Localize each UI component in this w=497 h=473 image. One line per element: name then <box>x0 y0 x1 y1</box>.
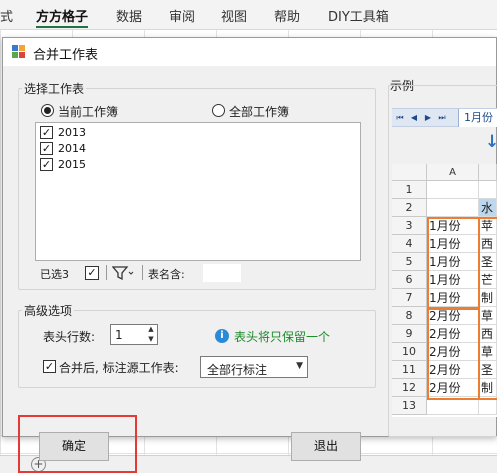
header-rows-value[interactable]: 1 <box>115 328 123 342</box>
row-number: 7 <box>392 289 427 307</box>
info-icon: i <box>215 329 229 343</box>
example-panel: 示例 ⏮ ◀ ▶ ⏭ 1月份 ↓ A 1 2 水 3 1月份苹 4 1月份西 5 1月份圣 6 1月… <box>386 72 497 437</box>
exit-button[interactable]: 退出 <box>291 432 361 461</box>
stepper-up-icon[interactable]: ▲ <box>145 325 157 334</box>
advanced-options-group <box>18 310 376 388</box>
ribbon-tab-diy[interactable]: DIY工具箱 <box>328 6 389 25</box>
next-sheet-icon: ▶ <box>424 113 432 122</box>
dropdown-arrow-icon[interactable]: ▼ <box>296 361 303 371</box>
radio-all-workbooks[interactable] <box>212 104 225 117</box>
dialog-title: 合并工作表 <box>33 48 99 63</box>
sheet-name-2015[interactable]: 2015 <box>58 158 86 171</box>
ribbon-tabs: 式 方方格子 数据 审阅 视图 帮助 DIY工具箱 <box>0 0 497 30</box>
toolbar-separator <box>142 265 143 280</box>
header-hint: 表头将只保留一个 <box>234 330 331 344</box>
last-sheet-icon: ⏭ <box>438 113 446 122</box>
sheet-checkbox-2015[interactable]: ✓ <box>40 158 53 171</box>
selected-count: 已选3 <box>40 268 69 281</box>
example-group-jan-box <box>427 217 480 310</box>
row-number: 4 <box>392 235 427 253</box>
sheet-name-filter-input[interactable] <box>203 264 241 282</box>
down-arrow-icon: ↓ <box>485 132 497 152</box>
radio-current-workbook-label[interactable]: 当前工作簿 <box>58 103 118 120</box>
example-cell-b <box>479 181 497 199</box>
ok-button[interactable]: 确定 <box>39 432 109 461</box>
sheet-checkbox-2013[interactable]: ✓ <box>40 126 53 139</box>
dialog-titlebar: 合并工作表 <box>3 38 496 66</box>
column-header-b <box>479 164 497 181</box>
grid-corner <box>392 164 427 181</box>
filter-icon[interactable] <box>112 265 134 281</box>
sheet-name-2013[interactable]: 2013 <box>58 126 86 139</box>
row-number: 11 <box>392 361 427 379</box>
row-number: 1 <box>392 181 427 199</box>
row-number: 5 <box>392 253 427 271</box>
mark-source-label[interactable]: 合并后, 标注源工作表: <box>59 359 179 376</box>
ribbon-tab-help[interactable]: 帮助 <box>274 6 300 25</box>
sheet-list[interactable]: ✓ 2013 ✓ 2014 ✓ 2015 <box>35 122 361 261</box>
row-number: 3 <box>392 217 427 235</box>
ribbon-tab-review[interactable]: 审阅 <box>169 6 195 25</box>
prev-sheet-icon: ◀ <box>410 113 418 122</box>
example-group-feb-box <box>427 307 480 400</box>
header-rows-stepper[interactable]: 1 ▲ ▼ <box>110 324 158 345</box>
row-number: 10 <box>392 343 427 361</box>
example-sheet-tab: 1月份 <box>458 109 497 127</box>
select-sheets-group-label: 选择工作表 <box>22 80 87 97</box>
mark-source-select[interactable]: 全部行标注 ▼ <box>200 356 308 378</box>
column-header-a: A <box>427 164 479 181</box>
example-cell-a <box>427 199 479 217</box>
first-sheet-icon: ⏮ <box>396 113 404 122</box>
check-all-icon[interactable]: ✓ <box>85 266 99 280</box>
row-number: 9 <box>392 325 427 343</box>
merge-sheets-icon <box>12 45 26 59</box>
stepper-down-icon[interactable]: ▼ <box>145 335 157 344</box>
mark-source-value[interactable]: 全部行标注 <box>207 361 267 378</box>
radio-all-workbooks-label[interactable]: 全部工作簿 <box>229 103 289 120</box>
example-cell-a <box>427 181 479 199</box>
header-rows-label: 表头行数: <box>43 330 96 344</box>
row-number: 13 <box>392 397 427 415</box>
ribbon-tab-formula[interactable]: 式 <box>0 6 13 25</box>
advanced-options-group-label: 高级选项 <box>22 302 75 319</box>
ribbon-tab-data[interactable]: 数据 <box>116 6 142 25</box>
row-number: 12 <box>392 379 427 397</box>
row-number: 6 <box>392 271 427 289</box>
row-number: 8 <box>392 307 427 325</box>
example-data-box <box>478 217 497 400</box>
example-grid: A 1 2 水 3 1月份苹 4 1月份西 5 1月份圣 6 1月份芒 7 1月份制 8 2月份草 9 2月份西… <box>392 164 497 417</box>
ribbon-tab-view[interactable]: 视图 <box>221 6 247 25</box>
sheet-list-toolbar: 已选3 ✓ 表名含: <box>35 262 361 284</box>
sheet-name-2014[interactable]: 2014 <box>58 142 86 155</box>
toolbar-separator <box>106 265 107 280</box>
radio-current-workbook[interactable] <box>41 104 54 117</box>
example-cell-b: 水 <box>479 199 497 217</box>
sheet-checkbox-2014[interactable]: ✓ <box>40 142 53 155</box>
ribbon-tab-ffcell[interactable]: 方方格子 <box>36 6 89 28</box>
example-sheet-tabs: ⏮ ◀ ▶ ⏭ 1月份 <box>392 108 497 127</box>
sheet-name-filter-label: 表名含: <box>148 268 185 281</box>
row-number: 2 <box>392 199 427 217</box>
mark-source-checkbox[interactable]: ✓ <box>43 360 56 373</box>
